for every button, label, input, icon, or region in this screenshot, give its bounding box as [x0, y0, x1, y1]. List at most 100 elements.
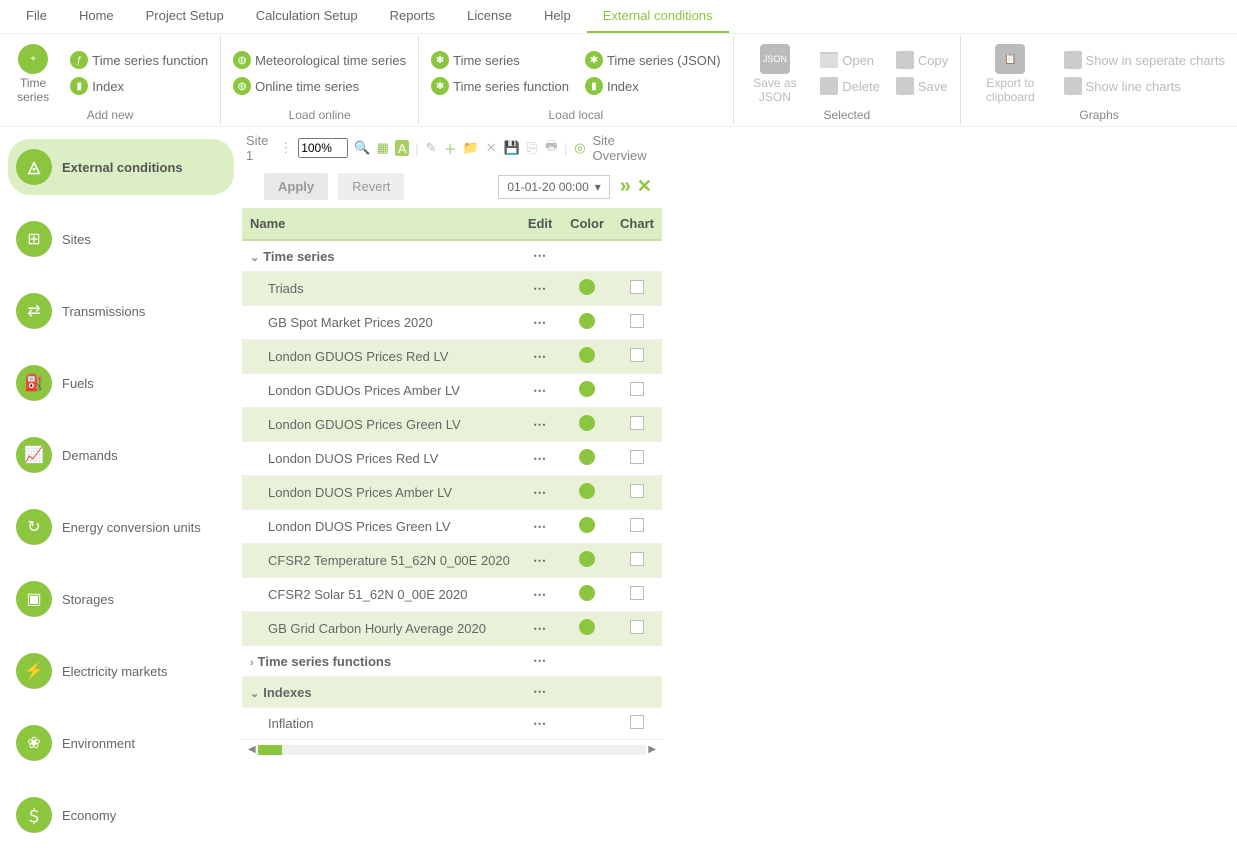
export-to-clipboard-button[interactable]: 📋 Export to clipboard	[969, 40, 1051, 106]
sidebar-item-storages[interactable]: ▣ Storages	[8, 571, 234, 627]
copy-icon[interactable]: ⎘	[526, 140, 539, 156]
menu-item-license[interactable]: License	[451, 0, 528, 33]
scroll-left-icon[interactable]: ◀	[248, 744, 256, 755]
chart-checkbox[interactable]	[630, 416, 644, 430]
sidebar-item-external-conditions[interactable]: ◬ External conditions	[8, 139, 234, 195]
load-local-time-series-function-button[interactable]: ✱ Time series function	[427, 74, 573, 98]
col-chart[interactable]: Chart	[612, 208, 662, 240]
chart-checkbox[interactable]	[630, 518, 644, 532]
color-dot[interactable]	[579, 313, 595, 329]
zoom-in-icon[interactable]: 🔍	[354, 140, 370, 156]
col-color[interactable]: Color	[562, 208, 612, 240]
table-row[interactable]: London GDUOs Prices Amber LV⋯	[242, 374, 662, 408]
more-icon[interactable]: ⋯	[533, 653, 547, 668]
more-icon[interactable]: ⋯	[533, 417, 547, 432]
table-row[interactable]: Inflation⋯	[242, 708, 662, 740]
menu-item-help[interactable]: Help	[528, 0, 587, 33]
save-as-json-button[interactable]: JSON Save as JSON	[742, 40, 809, 106]
chart-checkbox[interactable]	[630, 450, 644, 464]
add-time-series-button[interactable]: + Time series	[8, 40, 58, 106]
sidebar-item-demands[interactable]: 📈 Demands	[8, 427, 234, 483]
add-index-button[interactable]: ▮ Index	[66, 74, 212, 98]
color-dot[interactable]	[579, 279, 595, 295]
table-row[interactable]: Triads⋯	[242, 272, 662, 306]
save-icon[interactable]: 💾	[504, 140, 520, 156]
delete-button[interactable]: Delete	[816, 74, 884, 98]
sidebar-item-sites[interactable]: ⊞ Sites	[8, 211, 234, 267]
color-dot[interactable]	[579, 347, 595, 363]
color-dot[interactable]	[579, 551, 595, 567]
col-edit[interactable]: Edit	[518, 208, 562, 240]
close-icon[interactable]: ✕	[485, 140, 498, 156]
menu-item-external-conditions[interactable]: External conditions	[587, 0, 729, 33]
date-selector[interactable]: 01-01-20 00:00 ▾	[498, 175, 609, 199]
more-icon[interactable]: ⋯	[533, 383, 547, 398]
scroll-right-icon[interactable]: ▶	[648, 744, 656, 755]
table-row[interactable]: GB Spot Market Prices 2020⋯	[242, 306, 662, 340]
table-row[interactable]: GB Grid Carbon Hourly Average 2020⋯	[242, 612, 662, 646]
table-row[interactable]: London DUOS Prices Amber LV⋯	[242, 476, 662, 510]
show-separate-charts-button[interactable]: Show in seperate charts	[1060, 48, 1229, 72]
table-group-row[interactable]: ⌄Indexes⋯	[242, 677, 662, 708]
horizontal-scrollbar[interactable]: ◀ ▶	[242, 740, 662, 759]
font-icon[interactable]: A	[395, 140, 409, 156]
more-icon[interactable]: ⋯	[533, 553, 547, 568]
revert-button[interactable]: Revert	[338, 173, 404, 200]
color-dot[interactable]	[579, 415, 595, 431]
copy-button[interactable]: Copy	[892, 48, 952, 72]
more-icon[interactable]: ⋯	[533, 587, 547, 602]
pencil-icon[interactable]: ✎	[425, 140, 438, 156]
load-local-time-series-button[interactable]: ✱ Time series	[427, 48, 573, 72]
chart-checkbox[interactable]	[630, 715, 644, 729]
more-icon[interactable]: ⋯	[533, 451, 547, 466]
more-icon[interactable]: ⋯	[533, 684, 547, 699]
chart-checkbox[interactable]	[630, 620, 644, 634]
chart-checkbox[interactable]	[630, 552, 644, 566]
load-online-time-series-button[interactable]: ◍ Online time series	[229, 74, 410, 98]
overview-icon[interactable]: ◎	[573, 140, 586, 156]
table-row[interactable]: CFSR2 Temperature 51_62N 0_00E 2020⋯	[242, 544, 662, 578]
add-time-series-function-button[interactable]: ƒ Time series function	[66, 48, 212, 72]
open-button[interactable]: Open	[816, 48, 884, 72]
menu-item-file[interactable]: File	[10, 0, 63, 33]
more-icon[interactable]: ⋯	[533, 248, 547, 263]
menu-item-project-setup[interactable]: Project Setup	[130, 0, 240, 33]
sidebar-item-transmissions[interactable]: ⇄ Transmissions	[8, 283, 234, 339]
sidebar-item-environment[interactable]: ❀ Environment	[8, 715, 234, 771]
more-icon[interactable]: ⋯	[533, 519, 547, 534]
site-overview-label[interactable]: Site Overview	[592, 133, 658, 163]
sidebar-item-ecu[interactable]: ↻ Energy conversion units	[8, 499, 234, 555]
sidebar-item-fuels[interactable]: ⛽ Fuels	[8, 355, 234, 411]
color-dot[interactable]	[579, 449, 595, 465]
color-dot[interactable]	[579, 585, 595, 601]
more-icon[interactable]: ⋯	[533, 281, 547, 296]
chart-checkbox[interactable]	[630, 348, 644, 362]
color-dot[interactable]	[579, 517, 595, 533]
color-dot[interactable]	[579, 483, 595, 499]
load-meteorological-button[interactable]: ◍ Meteorological time series	[229, 48, 410, 72]
table-row[interactable]: CFSR2 Solar 51_62N 0_00E 2020⋯	[242, 578, 662, 612]
table-row[interactable]: London GDUOS Prices Red LV⋯	[242, 340, 662, 374]
close-button[interactable]: ✕	[637, 176, 652, 197]
table-group-row[interactable]: ⌄Time series⋯	[242, 240, 662, 272]
grid-icon[interactable]: ▦	[376, 140, 389, 156]
table-row[interactable]: London DUOS Prices Red LV⋯	[242, 442, 662, 476]
menu-item-reports[interactable]: Reports	[374, 0, 452, 33]
more-icon[interactable]: ⋯	[533, 485, 547, 500]
col-name[interactable]: Name	[242, 208, 518, 240]
menu-item-home[interactable]: Home	[63, 0, 130, 33]
table-group-row[interactable]: ›Time series functions⋯	[242, 646, 662, 677]
load-local-index-button[interactable]: ▮ Index	[581, 74, 725, 98]
fast-forward-button[interactable]: »	[620, 175, 627, 198]
table-row[interactable]: London DUOS Prices Green LV⋯	[242, 510, 662, 544]
chart-checkbox[interactable]	[630, 280, 644, 294]
sidebar-item-economy[interactable]: ＄ Economy	[8, 787, 234, 843]
color-dot[interactable]	[579, 619, 595, 635]
load-local-time-series-json-button[interactable]: ✱ Time series (JSON)	[581, 48, 725, 72]
more-icon[interactable]: ⋯	[533, 716, 547, 731]
chart-checkbox[interactable]	[630, 382, 644, 396]
show-line-charts-button[interactable]: Show line charts	[1060, 74, 1229, 98]
scroll-track[interactable]	[258, 745, 647, 755]
chart-checkbox[interactable]	[630, 586, 644, 600]
apply-button[interactable]: Apply	[264, 173, 328, 200]
